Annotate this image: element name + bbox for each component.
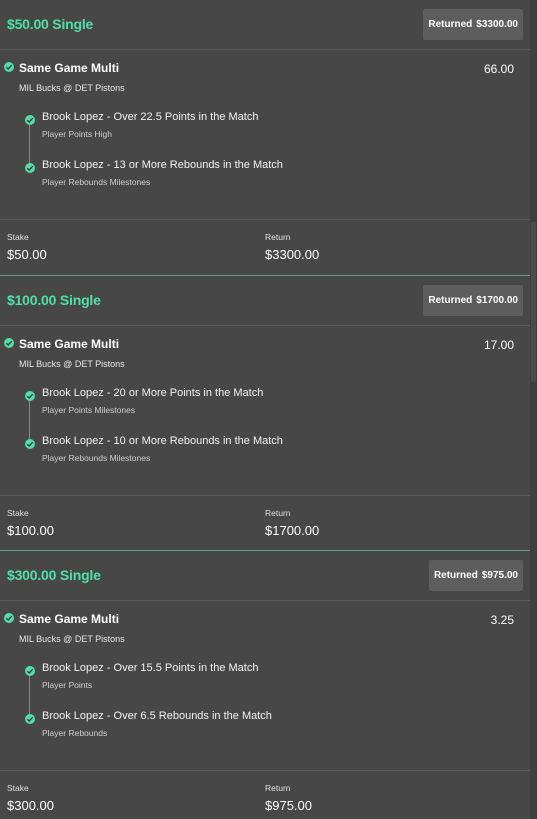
scrollbar[interactable] xyxy=(530,0,537,819)
bet-card-footer: Stake $50.00 Return $3300.00 xyxy=(0,219,530,275)
bet-card-footer: Stake $300.00 Return $975.00 xyxy=(0,770,530,819)
check-circle-icon xyxy=(25,390,35,401)
leg-title: Brook Lopez - Over 22.5 Points in the Ma… xyxy=(42,111,259,123)
multi-title: Same Game Multi xyxy=(19,336,120,351)
returned-label: Returned xyxy=(428,294,473,306)
check-circle-icon xyxy=(25,438,35,449)
check-circle-icon xyxy=(4,337,14,348)
stake-value: $300.00 xyxy=(7,798,54,813)
returned-amount: $1700.00 xyxy=(476,294,518,306)
returned-badge: Returned $1700.00 xyxy=(423,284,523,316)
bet-card[interactable]: $50.00 Single Returned $3300.00 Same Gam… xyxy=(0,0,537,276)
leg-title: Brook Lopez - Over 6.5 Rebounds in the M… xyxy=(42,710,272,722)
return-label: Return xyxy=(265,232,291,242)
leg-market: Player Rebounds xyxy=(42,728,108,738)
bet-card[interactable]: $300.00 Single Returned $975.00 Same Gam… xyxy=(0,551,537,819)
leg-title: Brook Lopez - 10 or More Rebounds in the… xyxy=(42,434,283,447)
bet-title: $50.00 Single xyxy=(7,16,94,32)
check-circle-icon xyxy=(4,62,14,72)
check-circle-icon xyxy=(25,666,35,676)
bet-card-header: $300.00 Single Returned $975.00 xyxy=(0,551,530,601)
leg-market: Player Points High xyxy=(42,129,112,139)
leg-title: Brook Lopez - 13 or More Rebounds in the… xyxy=(42,159,283,171)
return-label: Return xyxy=(265,507,291,518)
leg-title: Brook Lopez - Over 15.5 Points in the Ma… xyxy=(42,662,259,674)
return-value: $3300.00 xyxy=(265,247,320,262)
bet-card[interactable]: $100.00 Single Returned $1700.00 Same Ga… xyxy=(0,276,537,551)
bet-card-header: $50.00 Single Returned $3300.00 xyxy=(0,0,530,50)
legs-connector-line xyxy=(29,673,30,719)
bet-card-footer: Stake $100.00 Return $1700.00 xyxy=(0,494,530,551)
leg-market: Player Points Milestones xyxy=(42,404,136,415)
match-name: MIL Bucks @ DET Pistons xyxy=(19,634,125,644)
check-circle-icon xyxy=(25,163,35,173)
check-circle-icon xyxy=(25,115,35,125)
return-value: $975.00 xyxy=(265,798,312,813)
returned-badge: Returned $3300.00 xyxy=(423,9,523,40)
stake-value: $50.00 xyxy=(7,247,47,262)
stake-value: $100.00 xyxy=(7,522,54,538)
multi-title: Same Game Multi xyxy=(19,61,120,75)
return-label: Return xyxy=(265,783,291,793)
bet-title: $100.00 Single xyxy=(7,291,101,308)
leg-market: Player Rebounds Milestones xyxy=(42,177,151,187)
returned-badge: Returned $975.00 xyxy=(428,560,523,591)
odds: 66.00 xyxy=(483,62,514,76)
leg-market: Player Points xyxy=(42,680,93,690)
stake-label: Stake xyxy=(7,783,29,793)
check-circle-icon xyxy=(25,714,35,724)
match-name: MIL Bucks @ DET Pistons xyxy=(19,83,125,93)
returned-amount: $975.00 xyxy=(481,570,518,581)
returned-amount: $3300.00 xyxy=(476,19,518,30)
stake-label: Stake xyxy=(7,507,29,518)
return-value: $1700.00 xyxy=(265,522,320,538)
leg-market: Player Rebounds Milestones xyxy=(42,452,151,463)
scrollbar-thumb[interactable] xyxy=(531,222,536,382)
returned-label: Returned xyxy=(428,19,473,30)
match-name: MIL Bucks @ DET Pistons xyxy=(19,358,125,369)
odds: 3.25 xyxy=(490,613,514,627)
legs-connector-line xyxy=(29,122,30,168)
bet-card-header: $100.00 Single Returned $1700.00 xyxy=(0,276,530,326)
odds: 17.00 xyxy=(483,337,514,352)
multi-title: Same Game Multi xyxy=(19,612,120,626)
bet-history-list: $50.00 Single Returned $3300.00 Same Gam… xyxy=(0,0,537,819)
bet-title: $300.00 Single xyxy=(7,567,101,583)
legs-connector-line xyxy=(29,397,30,444)
stake-label: Stake xyxy=(7,232,29,242)
leg-title: Brook Lopez - 20 or More Points in the M… xyxy=(42,386,264,399)
returned-label: Returned xyxy=(433,570,478,581)
check-circle-icon xyxy=(4,613,14,623)
